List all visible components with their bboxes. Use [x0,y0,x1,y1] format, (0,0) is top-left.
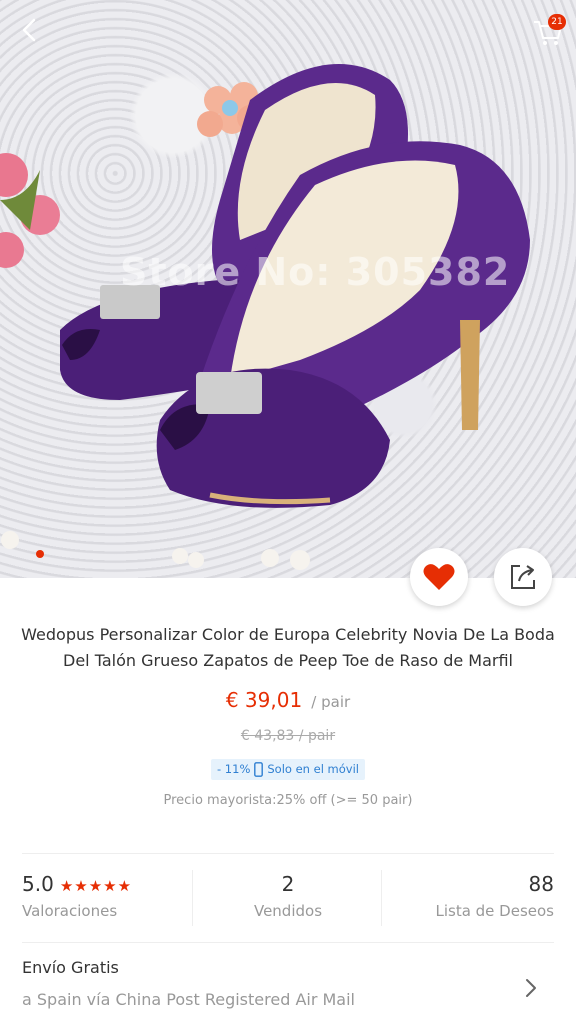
store-watermark: Store No: 305382 [120,250,511,294]
favorite-button[interactable] [410,548,468,606]
phone-icon [254,761,264,777]
heart-icon [423,564,455,590]
wishlist-label: Lista de Deseos [435,902,554,920]
wishlist-value: 88 [528,872,554,896]
share-button[interactable] [494,548,552,606]
stat-separator [192,870,193,926]
product-title: Wedopus Personalizar Color de Europa Cel… [21,625,555,670]
discount-text: - 11% [217,762,251,776]
rating-stars: ★★★★★ [59,877,133,895]
product-image-gallery[interactable]: Store No: 305382 [0,0,576,578]
chevron-left-icon [22,18,36,42]
chevron-right-icon [526,979,536,997]
pearl-decoration [1,531,310,570]
rating-value: 5.0 [22,872,54,896]
price-row: € 39,01 / pair [0,688,576,712]
shipping-detail: a Spain vía China Post Registered Air Ma… [22,990,355,1009]
current-price: € 39,01 [225,688,303,712]
mobile-discount-badge: - 11% Solo en el móvil [211,758,365,780]
sold-label: Vendidos [253,902,323,920]
original-price: € 43,83 / pair [240,728,336,744]
stat-separator [381,870,382,926]
rating-stat[interactable]: 5.0 ★★★★★ Valoraciones [22,872,132,920]
price-unit: / pair [311,693,351,711]
mobile-only-text: Solo en el móvil [267,762,359,776]
sold-stat: 2 Vendidos [232,872,344,920]
cart-count-badge: 21 [548,14,566,30]
gallery-indicator-dot [36,550,44,558]
back-button[interactable] [14,14,46,46]
share-icon [511,565,535,589]
wholesale-price: Precio mayorista:25% off (>= 50 pair) [163,793,413,808]
rating-label: Valoraciones [22,902,118,920]
shipping-title: Envío Gratis [22,958,119,977]
divider [22,942,554,943]
sold-value: 2 [281,872,295,896]
divider [22,853,554,854]
wishlist-stat[interactable]: 88 Lista de Deseos [414,872,554,920]
